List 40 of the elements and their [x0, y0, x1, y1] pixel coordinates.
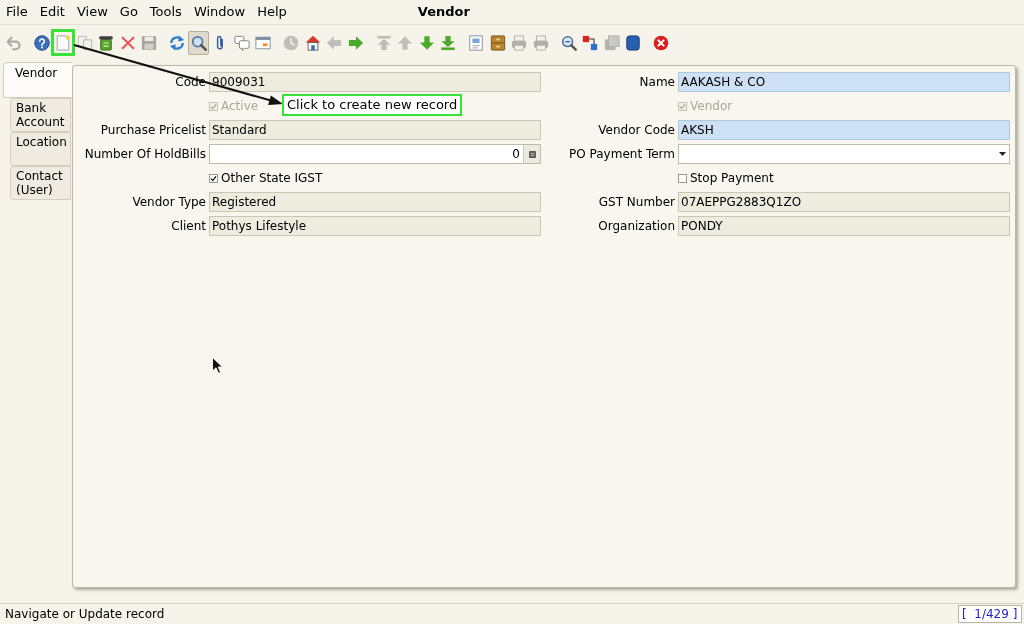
menu-item[interactable]: Window — [192, 3, 247, 21]
calculator-icon — [528, 150, 536, 158]
field-label: PO Payment Term — [569, 147, 675, 161]
field-label: GST Number — [598, 195, 675, 209]
menu-item[interactable]: Edit — [38, 3, 66, 21]
field-label: Number Of HoldBills — [84, 147, 206, 161]
menu-item[interactable]: Help — [256, 3, 288, 21]
field-label: Vendor Code — [598, 123, 675, 137]
field-label: Client — [171, 219, 206, 233]
menu-item[interactable]: Tools — [148, 3, 183, 21]
menu-item[interactable]: Go — [118, 3, 139, 21]
text-field[interactable]: 07AEPPG2883Q1ZO — [678, 192, 1010, 212]
text-field[interactable]: Standard — [209, 120, 541, 140]
dropdown-field[interactable] — [678, 144, 1010, 164]
field-label: Purchase Pricelist — [100, 123, 206, 137]
status-message: Navigate or Update record — [4, 607, 165, 621]
mouse-pointer-icon — [212, 357, 223, 374]
field-label: Name — [639, 75, 675, 89]
caret-icon — [999, 152, 1006, 156]
tab[interactable]: Location — [10, 132, 71, 166]
text-field[interactable]: AAKASH & CO — [678, 72, 1010, 92]
tab[interactable]: Bank Account — [10, 98, 71, 132]
field-label: Organization — [598, 219, 675, 233]
record-counter: [ 1/429 ] — [958, 605, 1022, 623]
text-field[interactable]: Registered — [209, 192, 541, 212]
window-title: Vendor — [417, 3, 470, 21]
checkbox[interactable]: Stop Payment — [678, 168, 774, 188]
menu-item[interactable]: File — [5, 3, 29, 21]
calculator-button[interactable] — [523, 145, 540, 163]
text-field[interactable]: AKSH — [678, 120, 1010, 140]
menu-item[interactable]: View — [75, 3, 109, 21]
text-field[interactable]: PONDY — [678, 216, 1010, 236]
field-label: Vendor Type — [132, 195, 206, 209]
tab[interactable]: Contact (User) — [10, 166, 71, 200]
checkbox[interactable]: Other State IGST — [209, 168, 323, 188]
text-field[interactable]: 9009031 — [209, 72, 541, 92]
text-field[interactable]: Pothys Lifestyle — [209, 216, 541, 236]
tab[interactable]: Vendor — [3, 62, 72, 98]
callout: Click to create new record — [282, 94, 463, 116]
number-field[interactable]: 0 — [209, 144, 541, 164]
